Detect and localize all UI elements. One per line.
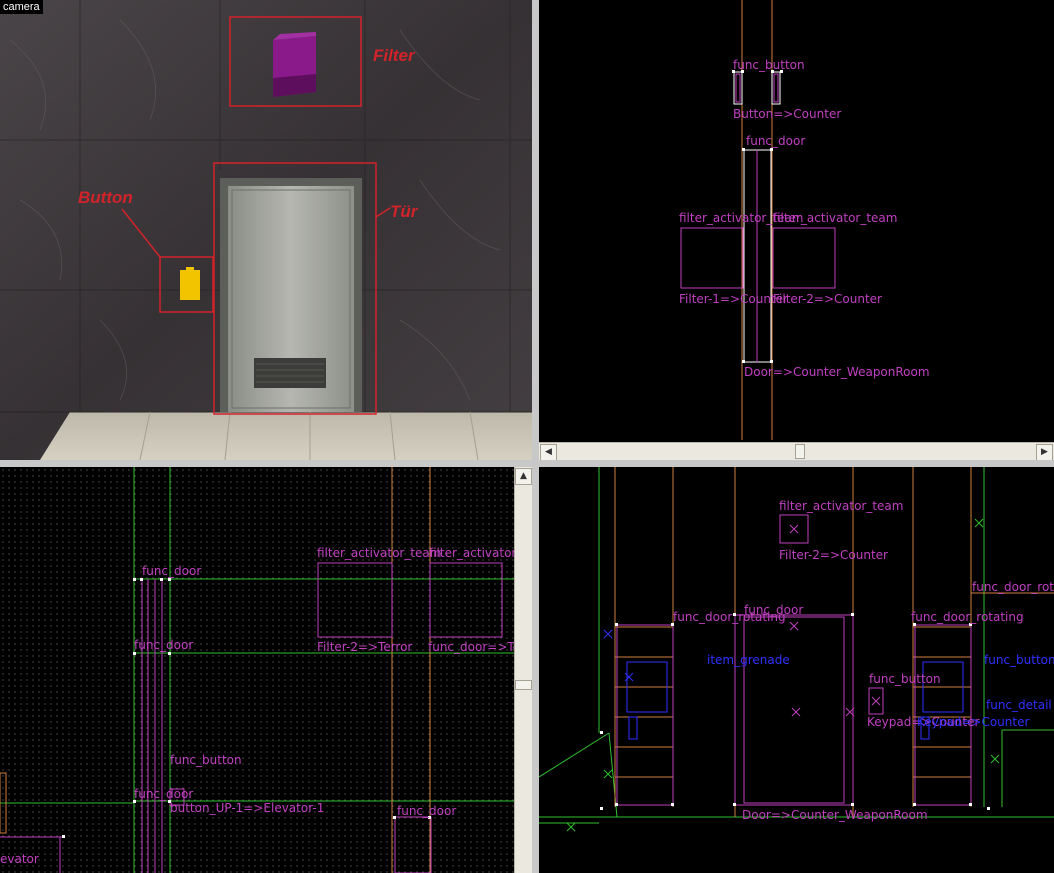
front-view-2d[interactable]: filter_activator_team Filter-2=>Counter … [539, 467, 1054, 873]
label-func-door-2: func_door [134, 638, 194, 652]
label-item-grenade: item_grenade [707, 653, 790, 667]
vertical-scrollbar[interactable]: ▲ [514, 467, 532, 873]
label-func-door-3: func_door [134, 787, 194, 801]
label-filter-2: filter_activator_team [773, 211, 898, 225]
label-button-output: Button=>Counter [733, 107, 842, 121]
scroll-right-button[interactable]: ▶ [1036, 444, 1053, 460]
scroll-left-button[interactable]: ◀ [540, 444, 557, 460]
viewport-title: camera [0, 0, 43, 14]
label-rotating-door-right: func_door_rotating [911, 610, 1024, 624]
door-annotation: Tür [390, 202, 418, 221]
scrollbar-thumb[interactable] [515, 680, 532, 690]
scrollbar-thumb[interactable] [795, 444, 805, 459]
label-func-door: func_door [744, 603, 804, 617]
label-elevator: evator [0, 852, 39, 866]
top-view-2d[interactable]: func_button func_door filter_activator_t… [539, 0, 1054, 460]
label-keypad-output-blue: Keypad=>Counter [917, 715, 1030, 729]
camera-scene [0, 0, 532, 460]
label-filter-activator: filter_activator [429, 546, 517, 560]
camera-viewport[interactable]: camera Filter Button Tür [0, 0, 532, 460]
label-door-output: Door=>Counter_WeaponRoom [742, 808, 928, 822]
label-func-button: func_button [869, 672, 941, 686]
label-filter-team: filter_activator_team [779, 499, 904, 513]
label-func-detail: func_detail [986, 698, 1052, 712]
label-filter-team: filter_activator_team [317, 546, 442, 560]
label-filter-2-output: Filter-2=>Counter [779, 548, 888, 562]
label-func-button-blue: func_button [984, 653, 1054, 667]
side-view-2d[interactable]: func_door func_door filter_activator_tea… [0, 467, 532, 873]
label-func-door-4: func_door [397, 804, 457, 818]
label-func-button: func_button [733, 58, 805, 72]
label-filter-1-output: Filter-1=>Counter [679, 292, 788, 306]
horizontal-scrollbar[interactable]: ◀ ▶ [539, 442, 1054, 460]
label-rotating-door-far: func_door_rota [972, 580, 1054, 594]
label-door-output: Door=>Counter_WeaponRoom [744, 365, 930, 379]
label-func-door: func_door [746, 134, 806, 148]
label-func-door-1: func_door [142, 564, 202, 578]
filter-annotation: Filter [373, 46, 415, 65]
label-filter-2-output: Filter-2=>Counter [773, 292, 882, 306]
label-filter-2-output: Filter-2=>Terror [317, 640, 413, 654]
button-annotation: Button [78, 188, 133, 207]
label-button-output: button_UP-1=>Elevator-1 [170, 801, 325, 815]
label-func-button: func_button [170, 753, 242, 767]
scroll-up-button[interactable]: ▲ [515, 468, 532, 485]
